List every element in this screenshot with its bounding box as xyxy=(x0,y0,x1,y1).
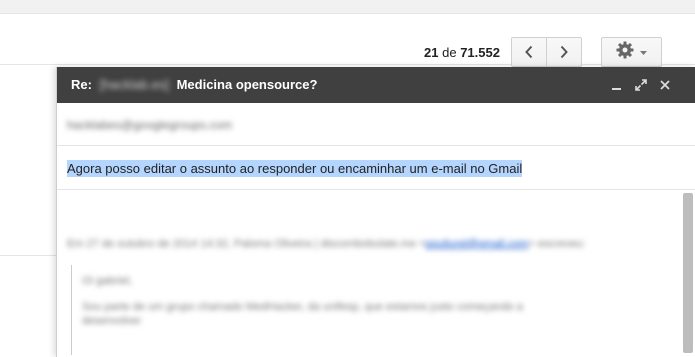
attribution-email-link[interactable]: pouliurel@gmail.com xyxy=(425,238,528,250)
message-body[interactable]: Em 27 de outubro de 2014 14:32, Paloma O… xyxy=(57,190,682,355)
compose-header[interactable]: Re: [hacklab.es] Medicina opensource? xyxy=(57,67,695,103)
caret-down-icon xyxy=(640,43,647,61)
quote-line-1: Sou parte de um grupo chamado MedHacker,… xyxy=(82,301,523,313)
to-field[interactable]: hacklabes@googlegroups.com xyxy=(57,103,695,146)
quote-line-2: desenvolver xyxy=(82,315,142,327)
title-blurred-tag: [hacklab.es] xyxy=(99,77,169,92)
divider xyxy=(0,255,57,256)
attribution-end: > escreveu: xyxy=(528,238,586,250)
quoted-message: Oi gabriel, Sou parte de um grupo chamad… xyxy=(71,265,632,355)
pager-current: 21 xyxy=(424,45,439,60)
older-button[interactable] xyxy=(546,37,582,67)
chevron-left-icon xyxy=(524,45,534,59)
to-recipient: hacklabes@googlegroups.com xyxy=(67,118,232,132)
reply-compose-window: Re: [hacklab.es] Medicina opensource? ha… xyxy=(56,67,695,357)
compose-title: Re: [hacklab.es] Medicina opensource? xyxy=(71,77,317,92)
pager-text: 21 de 71.552 xyxy=(424,45,500,60)
pager-of: de xyxy=(442,45,457,60)
subject-input[interactable]: Agora posso editar o assunto ao responde… xyxy=(67,160,523,177)
pager-total: 71.552 xyxy=(460,45,500,60)
expand-icon[interactable] xyxy=(634,78,648,92)
gear-icon xyxy=(616,41,634,64)
subject-field[interactable]: Agora posso editar o assunto ao responde… xyxy=(57,146,695,190)
body-scrollbar[interactable] xyxy=(683,193,693,353)
top-strip xyxy=(0,0,695,14)
quote-greeting: Oi gabriel, xyxy=(82,275,133,287)
close-icon[interactable] xyxy=(658,78,672,92)
chevron-right-icon xyxy=(559,45,569,59)
quote-attribution: Em 27 de outubro de 2014 14:32, Paloma O… xyxy=(67,238,585,250)
settings-button[interactable] xyxy=(601,37,662,67)
title-subject: Medicina opensource? xyxy=(176,77,318,92)
title-prefix: Re: xyxy=(71,77,92,92)
attribution-text: Em 27 de outubro de 2014 14:32, Paloma O… xyxy=(67,238,426,250)
minimize-icon[interactable] xyxy=(610,78,624,92)
newer-button[interactable] xyxy=(511,37,547,67)
message-toolbar: 21 de 71.552 xyxy=(0,14,695,67)
